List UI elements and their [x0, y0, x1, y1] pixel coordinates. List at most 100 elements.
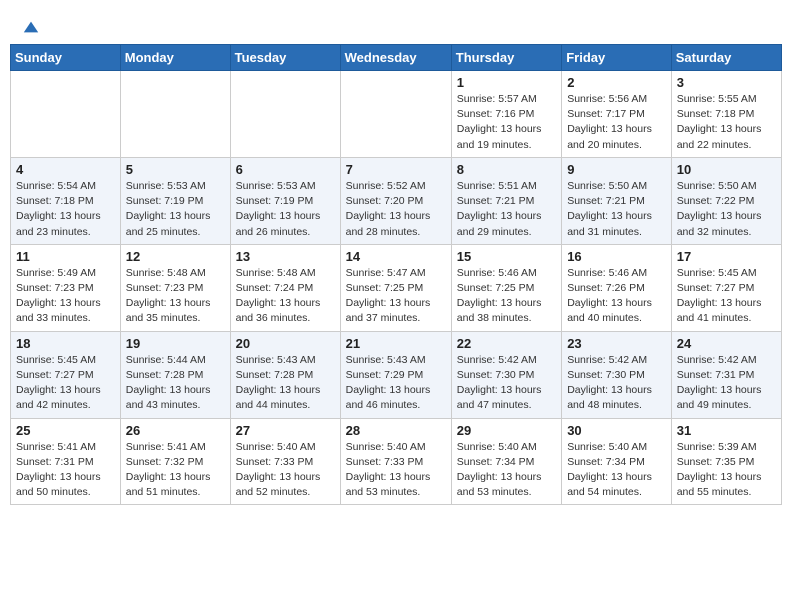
day-number: 23: [567, 336, 666, 351]
calendar-cell: 19 Sunrise: 5:44 AM Sunset: 7:28 PM Dayli…: [120, 331, 230, 418]
day-info: Sunrise: 5:54 AM Sunset: 7:18 PM Dayligh…: [16, 179, 115, 240]
calendar-cell: [230, 71, 340, 158]
day-info: Sunrise: 5:56 AM Sunset: 7:17 PM Dayligh…: [567, 92, 666, 153]
column-header-wednesday: Wednesday: [340, 45, 451, 71]
calendar-cell: 2 Sunrise: 5:56 AM Sunset: 7:17 PM Daylig…: [562, 71, 672, 158]
day-number: 27: [236, 423, 335, 438]
column-header-tuesday: Tuesday: [230, 45, 340, 71]
calendar-week-row: 18 Sunrise: 5:45 AM Sunset: 7:27 PM Dayli…: [11, 331, 782, 418]
day-info: Sunrise: 5:40 AM Sunset: 7:33 PM Dayligh…: [236, 440, 335, 501]
day-info: Sunrise: 5:53 AM Sunset: 7:19 PM Dayligh…: [126, 179, 225, 240]
day-number: 22: [457, 336, 556, 351]
calendar-cell: 9 Sunrise: 5:50 AM Sunset: 7:21 PM Daylig…: [562, 157, 672, 244]
calendar-cell: 3 Sunrise: 5:55 AM Sunset: 7:18 PM Daylig…: [671, 71, 781, 158]
day-info: Sunrise: 5:48 AM Sunset: 7:24 PM Dayligh…: [236, 266, 335, 327]
day-info: Sunrise: 5:42 AM Sunset: 7:30 PM Dayligh…: [457, 353, 556, 414]
day-info: Sunrise: 5:41 AM Sunset: 7:32 PM Dayligh…: [126, 440, 225, 501]
calendar-cell: 18 Sunrise: 5:45 AM Sunset: 7:27 PM Dayli…: [11, 331, 121, 418]
day-number: 7: [346, 162, 446, 177]
calendar-cell: 10 Sunrise: 5:50 AM Sunset: 7:22 PM Dayli…: [671, 157, 781, 244]
calendar-cell: 24Sunrise: 5:42 AM Sunset: 7:31 PM Dayli…: [671, 331, 781, 418]
day-info: Sunrise: 5:53 AM Sunset: 7:19 PM Dayligh…: [236, 179, 335, 240]
day-info: Sunrise: 5:39 AM Sunset: 7:35 PM Dayligh…: [677, 440, 776, 501]
day-number: 2: [567, 75, 666, 90]
day-number: 18: [16, 336, 115, 351]
calendar-cell: 7 Sunrise: 5:52 AM Sunset: 7:20 PM Daylig…: [340, 157, 451, 244]
day-info: Sunrise: 5:57 AM Sunset: 7:16 PM Dayligh…: [457, 92, 556, 153]
day-number: 12: [126, 249, 225, 264]
calendar-cell: 28 Sunrise: 5:40 AM Sunset: 7:33 PM Dayli…: [340, 418, 451, 505]
calendar-cell: 23 Sunrise: 5:42 AM Sunset: 7:30 PM Dayli…: [562, 331, 672, 418]
day-number: 31: [677, 423, 776, 438]
calendar-week-row: 25Sunrise: 5:41 AM Sunset: 7:31 PM Dayli…: [11, 418, 782, 505]
calendar-cell: 20 Sunrise: 5:43 AM Sunset: 7:28 PM Dayli…: [230, 331, 340, 418]
calendar-cell: 25Sunrise: 5:41 AM Sunset: 7:31 PM Dayli…: [11, 418, 121, 505]
day-number: 20: [236, 336, 335, 351]
day-info: Sunrise: 5:43 AM Sunset: 7:29 PM Dayligh…: [346, 353, 446, 414]
day-number: 19: [126, 336, 225, 351]
day-info: Sunrise: 5:48 AM Sunset: 7:23 PM Dayligh…: [126, 266, 225, 327]
day-info: Sunrise: 5:46 AM Sunset: 7:26 PM Dayligh…: [567, 266, 666, 327]
day-number: 26: [126, 423, 225, 438]
calendar-week-row: 1 Sunrise: 5:57 AM Sunset: 7:16 PM Daylig…: [11, 71, 782, 158]
day-number: 17: [677, 249, 776, 264]
calendar-cell: 6Sunrise: 5:53 AM Sunset: 7:19 PM Daylig…: [230, 157, 340, 244]
day-info: Sunrise: 5:40 AM Sunset: 7:33 PM Dayligh…: [346, 440, 446, 501]
calendar-cell: 8 Sunrise: 5:51 AM Sunset: 7:21 PM Daylig…: [451, 157, 561, 244]
day-info: Sunrise: 5:47 AM Sunset: 7:25 PM Dayligh…: [346, 266, 446, 327]
calendar-cell: 17Sunrise: 5:45 AM Sunset: 7:27 PM Dayli…: [671, 244, 781, 331]
day-number: 29: [457, 423, 556, 438]
column-header-sunday: Sunday: [11, 45, 121, 71]
logo: [20, 18, 40, 36]
column-header-friday: Friday: [562, 45, 672, 71]
calendar-header-row: SundayMondayTuesdayWednesdayThursdayFrid…: [11, 45, 782, 71]
day-info: Sunrise: 5:40 AM Sunset: 7:34 PM Dayligh…: [567, 440, 666, 501]
day-number: 9: [567, 162, 666, 177]
day-info: Sunrise: 5:50 AM Sunset: 7:21 PM Dayligh…: [567, 179, 666, 240]
page-header: [10, 10, 782, 40]
day-info: Sunrise: 5:51 AM Sunset: 7:21 PM Dayligh…: [457, 179, 556, 240]
calendar-cell: 13 Sunrise: 5:48 AM Sunset: 7:24 PM Dayli…: [230, 244, 340, 331]
day-info: Sunrise: 5:52 AM Sunset: 7:20 PM Dayligh…: [346, 179, 446, 240]
day-info: Sunrise: 5:44 AM Sunset: 7:28 PM Dayligh…: [126, 353, 225, 414]
day-number: 24: [677, 336, 776, 351]
calendar-cell: [120, 71, 230, 158]
calendar-cell: 1 Sunrise: 5:57 AM Sunset: 7:16 PM Daylig…: [451, 71, 561, 158]
day-number: 28: [346, 423, 446, 438]
calendar-table: SundayMondayTuesdayWednesdayThursdayFrid…: [10, 44, 782, 505]
calendar-cell: 11Sunrise: 5:49 AM Sunset: 7:23 PM Dayli…: [11, 244, 121, 331]
day-number: 8: [457, 162, 556, 177]
day-info: Sunrise: 5:43 AM Sunset: 7:28 PM Dayligh…: [236, 353, 335, 414]
day-info: Sunrise: 5:45 AM Sunset: 7:27 PM Dayligh…: [16, 353, 115, 414]
calendar-cell: 15 Sunrise: 5:46 AM Sunset: 7:25 PM Dayli…: [451, 244, 561, 331]
day-number: 13: [236, 249, 335, 264]
calendar-cell: 29 Sunrise: 5:40 AM Sunset: 7:34 PM Dayli…: [451, 418, 561, 505]
calendar-cell: [340, 71, 451, 158]
calendar-cell: 5Sunrise: 5:53 AM Sunset: 7:19 PM Daylig…: [120, 157, 230, 244]
day-info: Sunrise: 5:41 AM Sunset: 7:31 PM Dayligh…: [16, 440, 115, 501]
calendar-cell: 26 Sunrise: 5:41 AM Sunset: 7:32 PM Dayli…: [120, 418, 230, 505]
calendar-cell: 14Sunrise: 5:47 AM Sunset: 7:25 PM Dayli…: [340, 244, 451, 331]
calendar-cell: [11, 71, 121, 158]
day-number: 15: [457, 249, 556, 264]
calendar-week-row: 4 Sunrise: 5:54 AM Sunset: 7:18 PM Daylig…: [11, 157, 782, 244]
day-info: Sunrise: 5:46 AM Sunset: 7:25 PM Dayligh…: [457, 266, 556, 327]
calendar-cell: 27 Sunrise: 5:40 AM Sunset: 7:33 PM Dayli…: [230, 418, 340, 505]
logo-icon: [22, 18, 40, 36]
day-info: Sunrise: 5:42 AM Sunset: 7:30 PM Dayligh…: [567, 353, 666, 414]
calendar-cell: 30 Sunrise: 5:40 AM Sunset: 7:34 PM Dayli…: [562, 418, 672, 505]
day-number: 30: [567, 423, 666, 438]
day-number: 11: [16, 249, 115, 264]
day-info: Sunrise: 5:40 AM Sunset: 7:34 PM Dayligh…: [457, 440, 556, 501]
calendar-cell: 12 Sunrise: 5:48 AM Sunset: 7:23 PM Dayli…: [120, 244, 230, 331]
calendar-cell: 4 Sunrise: 5:54 AM Sunset: 7:18 PM Daylig…: [11, 157, 121, 244]
day-number: 10: [677, 162, 776, 177]
day-number: 3: [677, 75, 776, 90]
calendar-cell: 22 Sunrise: 5:42 AM Sunset: 7:30 PM Dayli…: [451, 331, 561, 418]
day-number: 4: [16, 162, 115, 177]
day-info: Sunrise: 5:50 AM Sunset: 7:22 PM Dayligh…: [677, 179, 776, 240]
calendar-cell: 21Sunrise: 5:43 AM Sunset: 7:29 PM Dayli…: [340, 331, 451, 418]
day-info: Sunrise: 5:55 AM Sunset: 7:18 PM Dayligh…: [677, 92, 776, 153]
calendar-cell: 16Sunrise: 5:46 AM Sunset: 7:26 PM Dayli…: [562, 244, 672, 331]
day-number: 1: [457, 75, 556, 90]
